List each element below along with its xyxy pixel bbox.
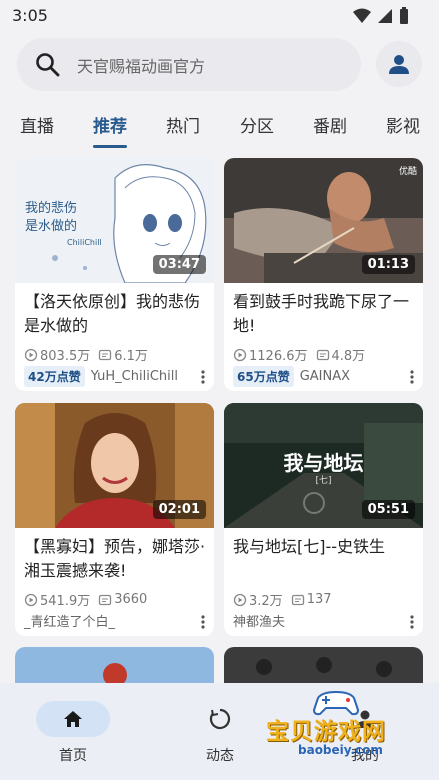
view-count: 3.2万 — [249, 594, 283, 609]
video-title[interactable]: 【黑寡妇】预告，娜塔莎·湘玉震撼来袭! — [24, 535, 208, 583]
status-time: 3:05 — [12, 6, 48, 25]
nav-home-label: 首页 — [59, 748, 87, 764]
status-icons — [353, 7, 409, 25]
uploader-name[interactable]: GAINAX — [300, 369, 350, 384]
watermark-text: 宝贝游戏网 — [266, 719, 386, 745]
thumbnail-sub: [七] — [315, 476, 332, 486]
video-duration: 03:47 — [152, 255, 206, 274]
tab-recommend[interactable]: 推荐 — [93, 112, 127, 137]
video-stats: 1126.6万 4.8万 — [233, 345, 365, 364]
video-duration: 02:01 — [152, 500, 206, 519]
avatar-button[interactable] — [376, 41, 422, 87]
likes-badge: 65万点赞 — [233, 366, 294, 387]
search-input[interactable]: 天官赐福动画官方 — [77, 53, 205, 77]
danmaku-count: 137 — [306, 592, 332, 607]
video-card[interactable]: 我与地坛 [七] 05:51 我与地坛[七]--史铁生 3.2万 137 神都渔… — [224, 403, 423, 636]
video-thumbnail[interactable]: 02:01 — [15, 403, 214, 528]
thumbnail-logo: 优酷 — [398, 167, 417, 177]
uploader-name[interactable]: YuH_ChiliChill — [91, 369, 178, 384]
video-thumbnail[interactable]: 我与地坛 [七] 05:51 — [224, 403, 423, 528]
tab-movies[interactable]: 影视 — [386, 112, 420, 137]
danmaku-icon — [316, 349, 329, 360]
danmaku-icon — [99, 349, 112, 360]
video-meta: 神都渔夫 — [233, 611, 285, 630]
video-title[interactable]: 看到鼓手时我跪下尿了一地! — [233, 290, 417, 338]
video-meta: _青红造了个白_ — [24, 611, 115, 630]
play-count-icon — [24, 348, 38, 361]
video-card[interactable]: 02:01 【黑寡妇】预告，娜塔莎·湘玉震撼来袭! 541.9万 3660 _青… — [15, 403, 214, 636]
more-options-icon[interactable] — [410, 615, 414, 629]
danmaku-count: 6.1万 — [114, 349, 148, 364]
tab-indicator — [93, 145, 127, 148]
watermark-url: baobeiy.com — [298, 743, 383, 757]
tab-live[interactable]: 直播 — [20, 112, 54, 137]
signal-icon — [378, 9, 392, 23]
person-icon — [389, 55, 409, 74]
view-count: 541.9万 — [40, 594, 91, 609]
video-card[interactable]: 我的悲伤 是水做的 ChiliChill 03:47 【洛天依原创】我的悲伤是水… — [15, 158, 214, 391]
watermark: 宝贝游戏网 baobeiy.com — [262, 690, 412, 770]
battery-icon — [400, 7, 408, 24]
home-icon — [64, 711, 82, 727]
video-meta: 42万点赞 YuH_ChiliChill — [24, 366, 178, 387]
video-meta: 65万点赞 GAINAX — [233, 366, 350, 387]
play-count-icon — [233, 593, 247, 606]
wifi-icon — [353, 8, 371, 23]
danmaku-icon — [99, 594, 112, 605]
search-icon — [36, 53, 60, 77]
thumbnail-sub: ChiliChill — [67, 238, 102, 247]
tab-hot[interactable]: 热门 — [166, 112, 200, 137]
play-count-icon — [233, 348, 247, 361]
video-thumbnail[interactable]: 我的悲伤 是水做的 ChiliChill 03:47 — [15, 158, 214, 283]
category-tabs: 直播 推荐 热门 分区 番剧 影视 — [0, 100, 439, 150]
refresh-icon — [209, 708, 231, 730]
video-thumbnail[interactable]: 优酷 01:13 — [224, 158, 423, 283]
nav-dynamic-pill[interactable] — [183, 701, 257, 737]
search-bar[interactable]: 天官赐福动画官方 — [17, 38, 361, 91]
danmaku-count: 3660 — [114, 592, 148, 607]
video-title[interactable]: 【洛天依原创】我的悲伤是水做的 — [24, 290, 208, 338]
uploader-name[interactable]: 神都渔夫 — [233, 611, 285, 630]
video-duration: 05:51 — [361, 500, 415, 519]
video-card[interactable]: 优酷 01:13 看到鼓手时我跪下尿了一地! 1126.6万 4.8万 65万点… — [224, 158, 423, 391]
nav-dynamic-label: 动态 — [206, 748, 234, 764]
nav-dynamic[interactable]: 动态 — [170, 701, 270, 765]
status-bar: 3:05 — [0, 0, 439, 30]
danmaku-icon — [291, 594, 304, 605]
play-count-icon — [24, 593, 38, 606]
more-options-icon[interactable] — [201, 615, 205, 629]
more-options-icon[interactable] — [410, 370, 414, 384]
view-count: 803.5万 — [40, 349, 91, 364]
video-duration: 01:13 — [361, 255, 415, 274]
tab-anime[interactable]: 番剧 — [313, 112, 347, 137]
uploader-name[interactable]: _青红造了个白_ — [24, 611, 115, 630]
view-count: 1126.6万 — [249, 349, 308, 364]
likes-badge: 42万点赞 — [24, 366, 85, 387]
tab-sections[interactable]: 分区 — [240, 112, 274, 137]
nav-home-pill[interactable] — [36, 701, 110, 737]
more-options-icon[interactable] — [201, 370, 205, 384]
thumbnail-caption: 我与地坛 — [283, 451, 364, 475]
video-stats: 803.5万 6.1万 — [24, 345, 148, 364]
nav-home[interactable]: 首页 — [23, 701, 123, 765]
video-stats: 541.9万 3660 — [24, 590, 147, 609]
video-stats: 3.2万 137 — [233, 590, 332, 609]
thumbnail-caption: 我的悲伤 是水做的 — [25, 201, 78, 234]
video-title[interactable]: 我与地坛[七]--史铁生 — [233, 535, 417, 559]
danmaku-count: 4.8万 — [331, 349, 366, 364]
